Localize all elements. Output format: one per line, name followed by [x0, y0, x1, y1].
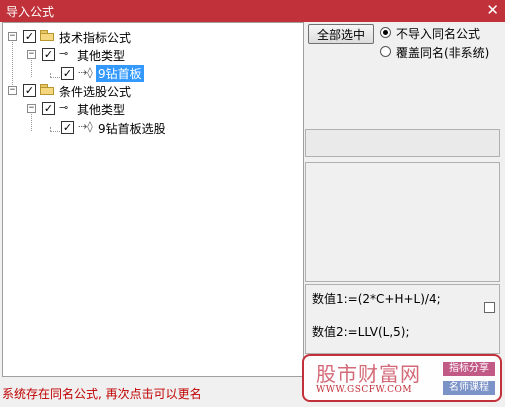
- folder-icon: [40, 30, 54, 41]
- collapse-icon[interactable]: −: [27, 104, 36, 113]
- collapse-icon[interactable]: −: [27, 50, 36, 59]
- collapse-icon[interactable]: −: [8, 86, 17, 95]
- window-title: 导入公式: [6, 5, 55, 19]
- tree-node-label: 技术指标公式: [59, 31, 132, 45]
- node-checkbox[interactable]: ✓: [42, 48, 55, 61]
- radio-overwrite-duplicate[interactable]: [380, 46, 391, 57]
- tree-node-label: 9钻首板选股: [98, 122, 166, 136]
- tree-node-label-selected: 9钻首板: [96, 65, 144, 82]
- radio-no-import-duplicate[interactable]: [380, 27, 391, 38]
- node-checkbox[interactable]: ✓: [61, 121, 74, 134]
- key-icon: ⊸: [59, 47, 69, 60]
- title-bar: 导入公式 ✕: [0, 0, 505, 22]
- watermark-url: WWW.GSCFW.COM: [316, 385, 413, 395]
- node-checkbox[interactable]: ✓: [61, 67, 74, 80]
- formula-icon: ⇢◊: [78, 120, 93, 133]
- tree-node[interactable]: − ✓ ⊸ 其他类型: [3, 45, 303, 63]
- formula-preview[interactable]: 数值1:=(2*C+H+L)/4; 数值2:=LLV(L,5);: [305, 284, 500, 354]
- watermark-tag: 指标分享: [443, 362, 495, 376]
- tree-node-label: 其他类型: [77, 103, 126, 117]
- status-message: 系统存在同名公式, 再次点击可以更名: [2, 387, 202, 401]
- key-icon: ⊸: [59, 101, 69, 114]
- tree-node[interactable]: − ✓ ⊸ 其他类型: [3, 99, 303, 117]
- info-field: [305, 129, 500, 157]
- tree-node[interactable]: − ✓ 技术指标公式: [3, 27, 303, 45]
- node-checkbox[interactable]: ✓: [23, 84, 36, 97]
- node-checkbox[interactable]: ✓: [23, 30, 36, 43]
- tree-node[interactable]: ✓ ⇢◊ 9钻首板: [3, 64, 303, 82]
- radio-label: 不导入同名公式: [396, 27, 481, 41]
- select-all-button[interactable]: 全部选中: [308, 24, 374, 44]
- watermark-brand: 股市财富网: [316, 362, 421, 386]
- folder-icon: [40, 84, 54, 95]
- close-icon[interactable]: ✕: [486, 1, 499, 19]
- formula-tree[interactable]: − ✓ 技术指标公式 − ✓ ⊸ 其他类型 ✓ ⇢◊ 9钻首板 − ✓ 条件选股…: [2, 22, 304, 377]
- radio-label: 覆盖同名(非系统): [396, 46, 490, 60]
- collapse-icon[interactable]: −: [8, 32, 17, 41]
- tree-node[interactable]: ✓ ⇢◊ 9钻首板选股: [3, 118, 303, 136]
- description-panel: [305, 162, 500, 282]
- watermark-logo: 股市财富网 WWW.GSCFW.COM 指标分享 名师课程: [302, 354, 502, 402]
- watermark-tag: 名师课程: [443, 381, 495, 395]
- node-checkbox[interactable]: ✓: [42, 102, 55, 115]
- formula-icon: ⇢◊: [78, 66, 93, 79]
- formula-line: 数值1:=(2*C+H+L)/4;: [312, 292, 441, 306]
- preview-checkbox[interactable]: [484, 302, 495, 313]
- tree-node-label: 其他类型: [77, 49, 126, 63]
- tree-node-label: 条件选股公式: [59, 85, 132, 99]
- formula-line: 数值2:=LLV(L,5);: [312, 325, 410, 339]
- tree-node[interactable]: − ✓ 条件选股公式: [3, 81, 303, 99]
